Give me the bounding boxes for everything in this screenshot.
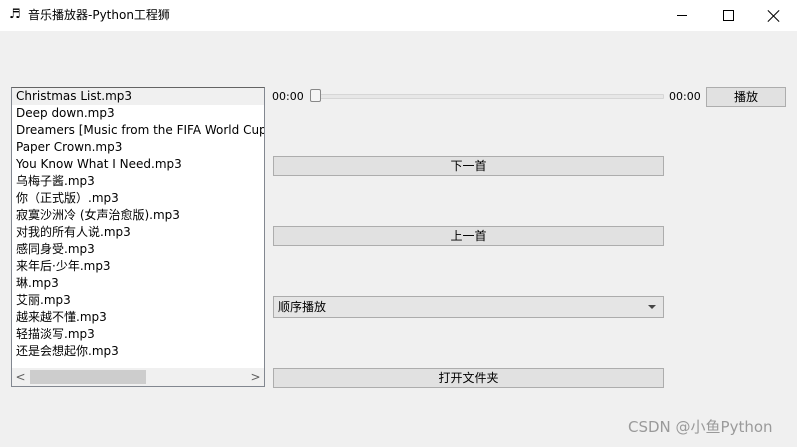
slider-handle[interactable] <box>310 89 321 102</box>
list-item[interactable]: 轻描淡写.mp3 <box>12 326 264 343</box>
minimize-icon <box>677 15 687 16</box>
list-item[interactable]: 对我的所有人说.mp3 <box>12 224 264 241</box>
slider-track <box>314 94 664 99</box>
list-item[interactable]: 你（正式版）.mp3 <box>12 190 264 207</box>
horizontal-scrollbar[interactable]: < > <box>12 368 264 386</box>
list-item[interactable]: 寂寞沙洲冷 (女声治愈版).mp3 <box>12 207 264 224</box>
total-time: 00:00 <box>669 90 701 103</box>
list-item[interactable]: 来年后·少年.mp3 <box>12 258 264 275</box>
close-button[interactable] <box>751 0 797 31</box>
playlist[interactable]: Christmas List.mp3 Deep down.mp3 Dreamers … <box>11 87 265 387</box>
scrollbar-thumb[interactable] <box>30 370 146 384</box>
maximize-button[interactable] <box>705 0 751 31</box>
list-item[interactable]: 艾丽.mp3 <box>12 292 264 309</box>
list-item[interactable]: 琳.mp3 <box>12 275 264 292</box>
scroll-left-icon[interactable]: < <box>12 368 29 386</box>
list-item[interactable]: You Know What I Need.mp3 <box>12 156 264 173</box>
previous-track-button[interactable]: 上一首 <box>273 226 664 246</box>
play-mode-value: 顺序播放 <box>278 300 327 314</box>
progress-slider[interactable] <box>310 89 664 103</box>
list-item[interactable]: Christmas List.mp3 <box>12 88 264 105</box>
title-bar: ♬ 音乐播放器-Python工程狮 <box>0 0 797 31</box>
watermark: CSDN @小鱼Python <box>628 418 773 436</box>
list-item[interactable]: Deep down.mp3 <box>12 105 264 122</box>
next-track-button[interactable]: 下一首 <box>273 156 664 176</box>
play-button[interactable]: 播放 <box>706 87 786 107</box>
list-item[interactable]: Dreamers [Music from the FIFA World Cup <box>12 122 264 139</box>
current-time: 00:00 <box>272 90 304 103</box>
scroll-right-icon[interactable]: > <box>247 368 264 386</box>
chevron-down-icon <box>648 305 656 309</box>
play-mode-select[interactable]: 顺序播放 <box>273 296 664 318</box>
playlist-items: Christmas List.mp3 Deep down.mp3 Dreamers … <box>12 88 264 369</box>
close-icon <box>768 10 780 22</box>
list-item[interactable]: 还是会想起你.mp3 <box>12 343 264 360</box>
list-item[interactable]: 感同身受.mp3 <box>12 241 264 258</box>
open-folder-button[interactable]: 打开文件夹 <box>273 368 664 388</box>
window-title: 音乐播放器-Python工程狮 <box>28 8 170 22</box>
minimize-button[interactable] <box>659 0 705 31</box>
music-note-icon: ♬ <box>9 7 21 22</box>
list-item[interactable]: 越来越不懂.mp3 <box>12 309 264 326</box>
maximize-icon <box>722 10 734 21</box>
list-item[interactable]: 乌梅子酱.mp3 <box>12 173 264 190</box>
list-item[interactable]: Paper Crown.mp3 <box>12 139 264 156</box>
